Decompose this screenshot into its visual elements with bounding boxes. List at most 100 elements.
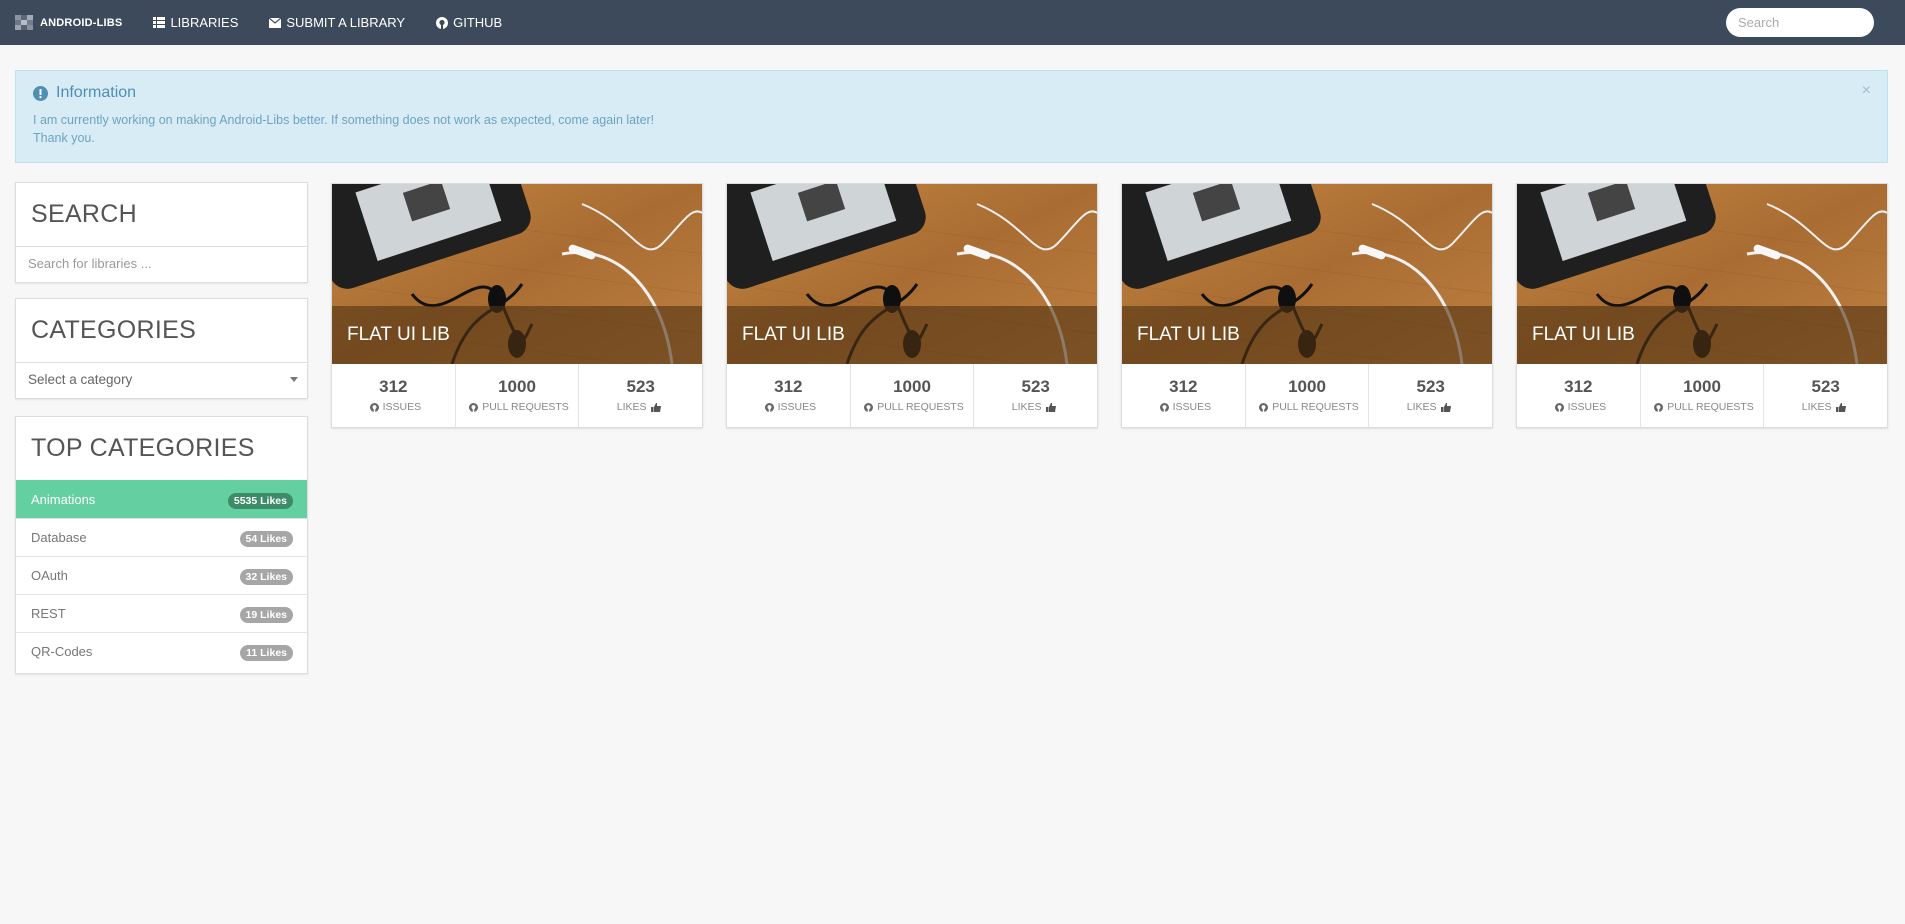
thumbs-up-icon [650,402,661,412]
likes-badge: 11 Likes [240,645,293,661]
likes-count: 523 [1811,377,1840,396]
alert-title: Information [33,84,1870,102]
category-label: QR-Codes [31,644,93,659]
nav-submit-label: SUBMIT A LIBRARY [286,15,406,30]
search-panel-title: SEARCH [31,200,137,228]
alert-title-text: Information [56,84,137,101]
library-card-image: FLAT UI LIB [332,184,702,364]
issues-count: 312 [1169,377,1198,396]
library-card[interactable]: FLAT UI LIB 312 ISSUES 1000 PULL REQUEST… [726,183,1098,428]
likes-badge: 5535 Likes [227,493,293,509]
library-card-image: FLAT UI LIB [1517,184,1887,364]
likes-label: LIKES [579,401,702,413]
likes-stat: 523 LIKES [578,364,702,427]
likes-badge: 32 Likes [239,569,293,585]
likes-stat: 523 LIKES [973,364,1097,427]
pull-requests-label-text: PULL REQUESTS [1667,401,1754,413]
issues-label-text: ISSUES [382,401,422,413]
issues-label: ISSUES [1122,401,1245,413]
github-icon [369,402,379,412]
issues-count: 312 [1564,377,1593,396]
issues-label-text: ISSUES [1567,401,1607,413]
library-card-title: FLAT UI LIB [1517,306,1887,364]
issues-label-text: ISSUES [777,401,817,413]
nav-submit-link[interactable]: SUBMIT A LIBRARY [269,15,405,30]
likes-count: 523 [1416,377,1445,396]
github-icon [764,402,774,412]
issues-stat: 312 ISSUES [1517,364,1640,427]
library-card[interactable]: FLAT UI LIB 312 ISSUES 1000 PULL REQUEST… [1516,183,1888,428]
pull-requests-stat: 1000 PULL REQUESTS [454,364,579,427]
pull-requests-label-text: PULL REQUESTS [1272,401,1359,413]
category-item-qr-codes[interactable]: QR-Codes 11 Likes [16,632,307,670]
issues-stat: 312 ISSUES [727,364,850,427]
library-card-stats: 312 ISSUES 1000 PULL REQUESTS 523 LIKES [332,364,702,427]
likes-stat: 523 LIKES [1368,364,1492,427]
category-item-rest[interactable]: REST 19 Likes [16,594,307,632]
pull-requests-count: 1000 [893,377,931,396]
pull-requests-label: PULL REQUESTS [1246,401,1369,413]
likes-count: 523 [626,377,655,396]
likes-label-text: LIKES [1801,401,1832,413]
likes-label: LIKES [974,401,1097,413]
category-select-value: Select a category [28,372,133,387]
issues-label: ISSUES [1517,401,1640,413]
library-card-stats: 312 ISSUES 1000 PULL REQUESTS 523 LIKES [1122,364,1492,427]
alert-line-2: Thank you. [33,131,95,145]
library-card-stats: 312 ISSUES 1000 PULL REQUESTS 523 LIKES [1517,364,1887,427]
top-navbar: ANDROID-LIBS LIBRARIES SUBMIT A LIBRARY … [0,0,1905,45]
navbar-search-input[interactable] [1726,8,1874,37]
pull-requests-count: 1000 [498,377,536,396]
alert-line-1: I am currently working on making Android… [33,113,655,127]
alert-close-button[interactable]: × [1862,82,1871,100]
pull-requests-stat: 1000 PULL REQUESTS [849,364,974,427]
library-card-image: FLAT UI LIB [727,184,1097,364]
issues-count: 312 [774,377,803,396]
list-icon [153,17,166,28]
library-card-image: FLAT UI LIB [1122,184,1492,364]
pull-requests-label-text: PULL REQUESTS [482,401,569,413]
likes-badge: 54 Likes [239,531,293,547]
category-item-animations[interactable]: Animations 5535 Likes [16,480,307,518]
likes-label-text: LIKES [1011,401,1042,413]
category-select[interactable]: Select a category [16,362,307,396]
thumbs-up-icon [1440,402,1451,412]
likes-label: LIKES [1764,401,1887,413]
category-item-database[interactable]: Database 54 Likes [16,518,307,556]
search-panel: SEARCH [15,182,308,283]
pull-requests-label: PULL REQUESTS [851,401,974,413]
top-categories-panel: TOP CATEGORIES Animations 5535 Likes Dat… [15,416,308,674]
library-search-input[interactable] [16,246,307,280]
top-categories-title: TOP CATEGORIES [31,434,255,462]
category-label: REST [31,606,66,621]
github-icon [436,16,449,29]
brand-logo-icon [15,14,33,31]
issues-stat: 312 ISSUES [1122,364,1245,427]
github-icon [1259,402,1269,412]
github-icon [864,402,874,412]
info-alert: Information I am currently working on ma… [15,70,1888,163]
nav-libraries-link[interactable]: LIBRARIES [153,15,238,30]
likes-label-text: LIKES [616,401,647,413]
brand-link[interactable]: ANDROID-LIBS [15,14,122,31]
pull-requests-stat: 1000 PULL REQUESTS [1639,364,1764,427]
github-icon [469,402,479,412]
nav-libraries-label: LIBRARIES [170,15,239,30]
pull-requests-count: 1000 [1683,377,1721,396]
github-icon [1654,402,1664,412]
likes-label-text: LIKES [1406,401,1437,413]
alert-message: I am currently working on making Android… [33,111,1870,147]
pull-requests-label: PULL REQUESTS [1641,401,1764,413]
library-card[interactable]: FLAT UI LIB 312 ISSUES 1000 PULL REQUEST… [331,183,703,428]
pull-requests-label-text: PULL REQUESTS [877,401,964,413]
likes-badge: 19 Likes [239,607,293,623]
issues-stat: 312 ISSUES [332,364,455,427]
thumbs-up-icon [1045,402,1056,412]
pull-requests-label: PULL REQUESTS [456,401,579,413]
library-card-title: FLAT UI LIB [1122,306,1492,364]
library-card[interactable]: FLAT UI LIB 312 ISSUES 1000 PULL REQUEST… [1121,183,1493,428]
exclamation-circle-icon [33,85,48,101]
nav-github-link[interactable]: GITHUB [436,15,502,30]
category-item-oauth[interactable]: OAuth 32 Likes [16,556,307,594]
category-label: Database [31,530,87,545]
